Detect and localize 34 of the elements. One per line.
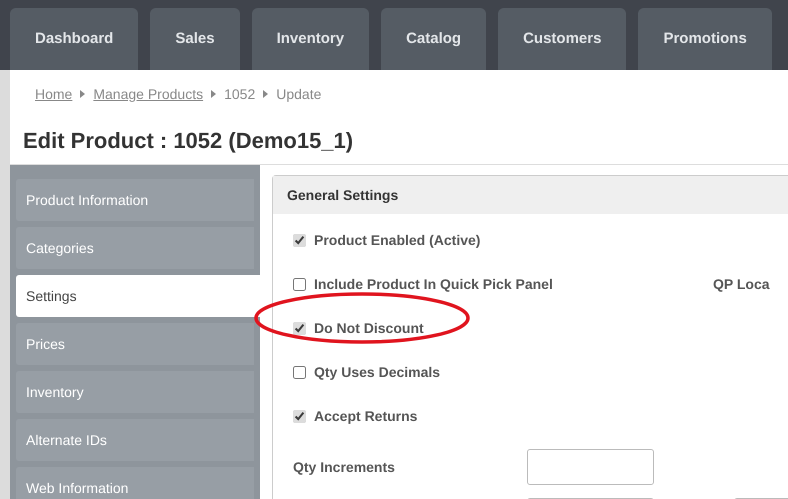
- sidebar-item[interactable]: Web Information: [16, 467, 254, 499]
- checkbox-label: Do Not Discount: [314, 318, 424, 338]
- separator-icon: [263, 90, 268, 98]
- sidebar-item[interactable]: Categories: [16, 227, 254, 269]
- input-field[interactable]: [527, 449, 654, 485]
- checkbox-label: Qty Uses Decimals: [314, 362, 440, 382]
- nav-tab[interactable]: Sales: [150, 8, 240, 70]
- nav-tab[interactable]: Customers: [498, 8, 626, 70]
- sidebar-item[interactable]: Product Information: [16, 179, 254, 221]
- checkbox[interactable]: [293, 366, 306, 378]
- sidebar-item[interactable]: Inventory: [16, 371, 254, 413]
- breadcrumb-text: Update: [276, 84, 322, 104]
- breadcrumb-link[interactable]: Home: [35, 84, 72, 104]
- separator-icon: [80, 90, 86, 98]
- sidebar-item[interactable]: Alternate IDs: [16, 419, 254, 461]
- breadcrumb-link[interactable]: Manage Products: [93, 84, 204, 104]
- checkbox[interactable]: [293, 322, 306, 334]
- checkbox-label: Accept Returns: [314, 406, 418, 426]
- breadcrumb-text: 1052: [224, 84, 256, 104]
- sidebar-item[interactable]: Settings: [16, 275, 260, 317]
- nav-tab[interactable]: Promotions: [638, 8, 772, 70]
- checkbox[interactable]: [293, 234, 306, 246]
- panel-title: General Settings: [273, 176, 788, 214]
- nav-tab[interactable]: Catalog: [381, 8, 486, 70]
- separator-icon: [211, 90, 216, 98]
- field-label: QP Loca: [713, 274, 770, 294]
- checkbox-label: Product Enabled (Active): [314, 230, 480, 250]
- sidebar-item[interactable]: Prices: [16, 323, 254, 365]
- field-label: Qty Increments: [293, 458, 396, 477]
- checkbox[interactable]: [293, 410, 306, 422]
- checkbox[interactable]: [293, 278, 306, 290]
- checkbox-label: Include Product In Quick Pick Panel: [314, 274, 553, 294]
- nav-tab[interactable]: Dashboard: [10, 8, 138, 70]
- nav-tab[interactable]: Inventory: [252, 8, 370, 70]
